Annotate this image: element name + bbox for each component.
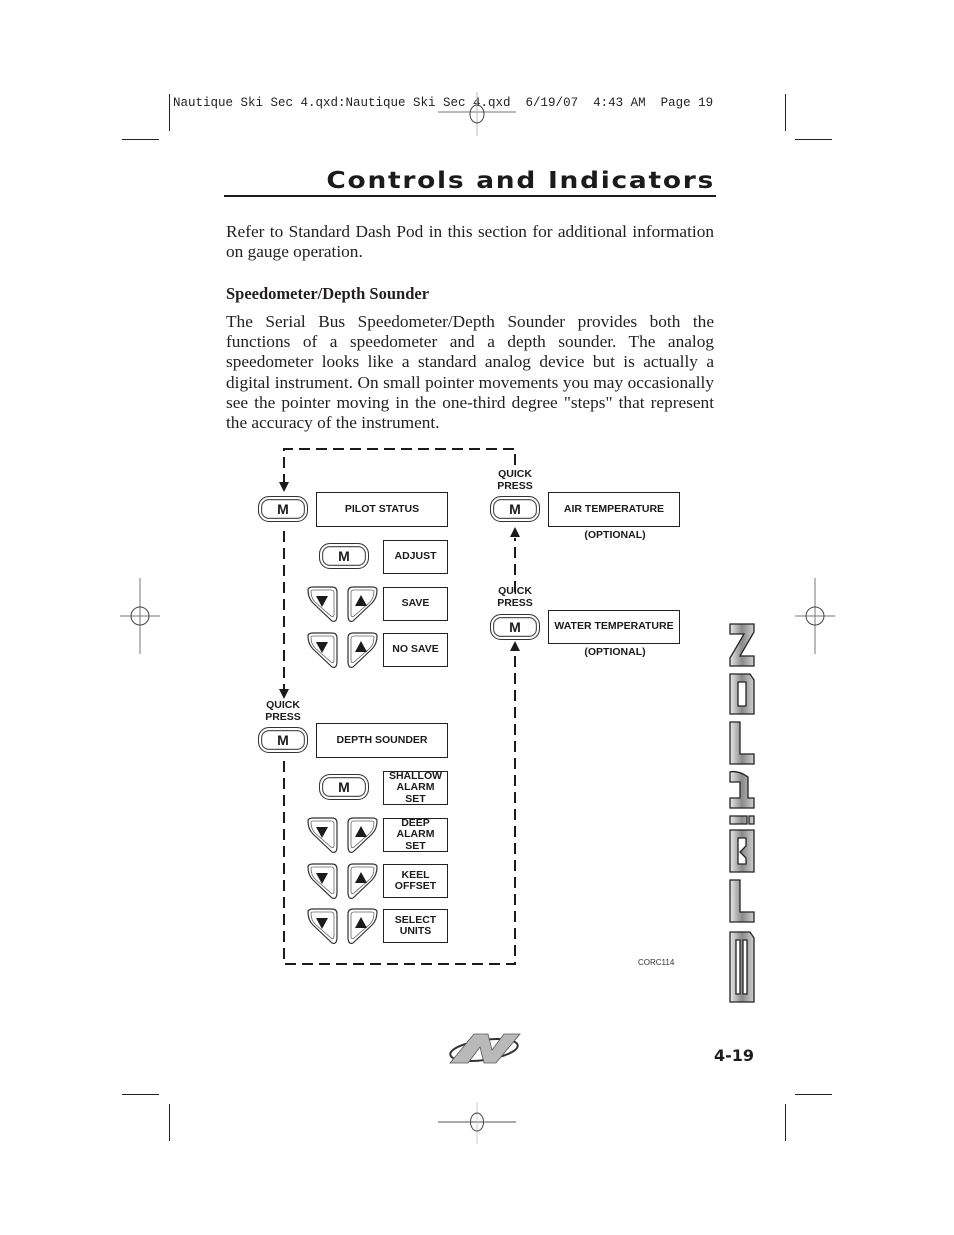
- up-button[interactable]: [346, 585, 380, 625]
- arrow-down-icon: [279, 689, 289, 699]
- optional-label: (OPTIONAL): [584, 646, 646, 658]
- no-save-box: NO SAVE: [383, 633, 448, 667]
- quick-press-label: QUICK PRESS: [497, 468, 533, 492]
- shallow-alarm-set-box: SHALLOW ALARM SET: [383, 770, 448, 805]
- up-button[interactable]: [346, 631, 380, 671]
- loop-top-line: [283, 448, 516, 485]
- optional-label: (OPTIONAL): [584, 529, 646, 541]
- mode-button[interactable]: M: [258, 727, 308, 753]
- up-button[interactable]: [346, 907, 380, 947]
- down-button[interactable]: [305, 585, 339, 625]
- up-button[interactable]: [346, 862, 380, 902]
- down-button[interactable]: [305, 862, 339, 902]
- down-button[interactable]: [305, 631, 339, 671]
- mode-button[interactable]: M: [490, 496, 540, 522]
- nautique-n-logo: [449, 1033, 521, 1064]
- arrow-up-icon: [510, 527, 520, 537]
- air-temperature-box: AIR TEMPERATURE: [548, 492, 680, 527]
- down-button[interactable]: [305, 816, 339, 856]
- mode-button[interactable]: M: [319, 774, 369, 800]
- depth-sounder-box: DEPTH SOUNDER: [316, 723, 448, 758]
- figure-code: CORC114: [638, 958, 675, 967]
- keel-offset-box: KEEL OFFSET: [383, 864, 448, 898]
- select-units-box: SELECT UNITS: [383, 909, 448, 943]
- water-temperature-box: WATER TEMPERATURE: [548, 610, 680, 644]
- save-box: SAVE: [383, 587, 448, 621]
- mode-button[interactable]: M: [319, 543, 369, 569]
- adjust-box: ADJUST: [383, 540, 448, 574]
- mode-button[interactable]: M: [490, 614, 540, 640]
- arrow-up-icon: [510, 641, 520, 651]
- pilot-status-box: PILOT STATUS: [316, 492, 448, 527]
- down-button[interactable]: [305, 907, 339, 947]
- page-number: 4-19: [714, 1046, 755, 1065]
- deep-alarm-set-box: DEEP ALARM SET: [383, 817, 448, 852]
- mode-button[interactable]: M: [258, 496, 308, 522]
- quick-press-label: QUICK PRESS: [265, 699, 301, 723]
- quick-press-label: QUICK PRESS: [497, 585, 533, 609]
- up-button[interactable]: [346, 816, 380, 856]
- arrow-down-icon: [279, 482, 289, 492]
- nautique-wordmark: [729, 623, 755, 1003]
